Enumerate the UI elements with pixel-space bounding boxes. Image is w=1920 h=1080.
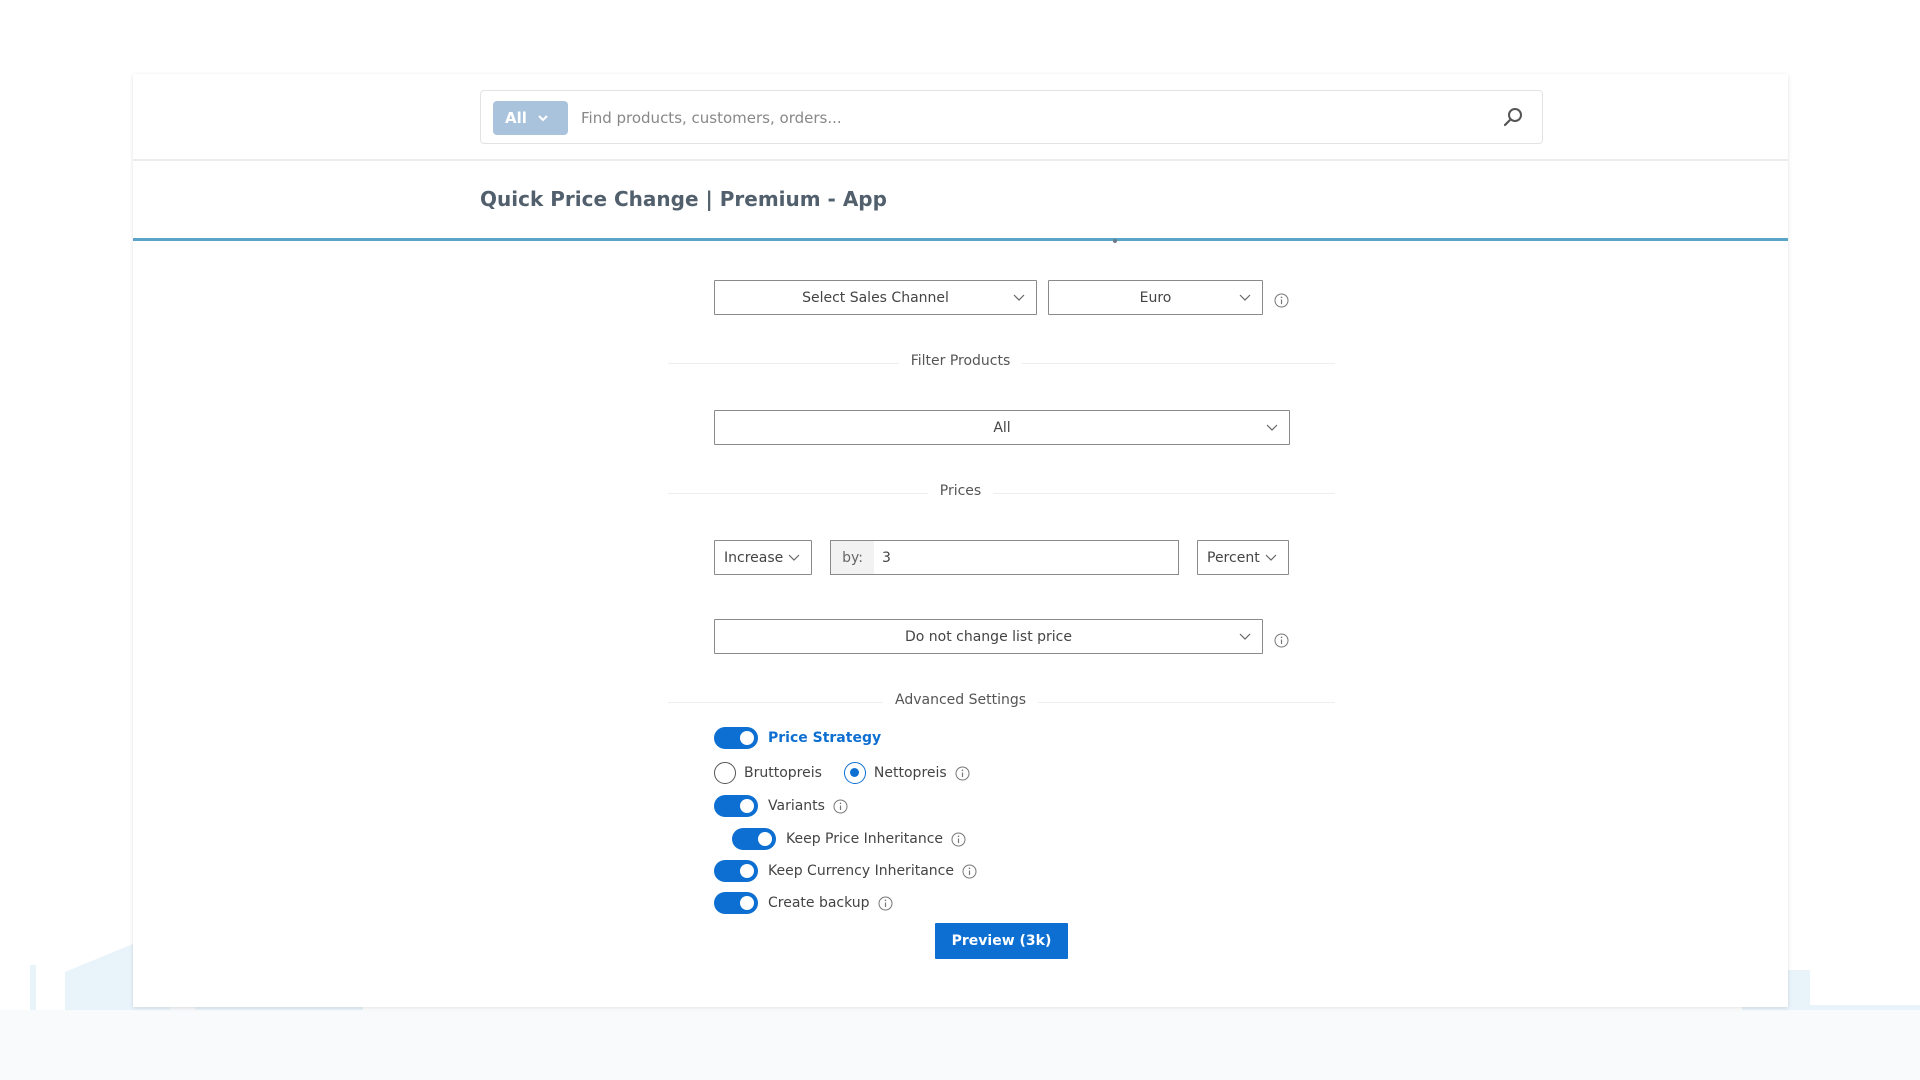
price-change-form: Select Sales Channel Euro Filter Product… [133, 74, 1788, 1007]
filter-products-select[interactable]: All [714, 410, 1290, 445]
price-direction-value: Increase [724, 549, 784, 566]
variants-label: Variants [768, 798, 825, 814]
preview-button[interactable]: Preview (3k) [935, 923, 1068, 959]
create-backup-label: Create backup [768, 895, 870, 911]
filter-products-heading: Filter Products [133, 353, 1788, 369]
bruttopreis-radio[interactable] [714, 762, 736, 784]
variants-row: Variants [714, 795, 848, 817]
nettopreis-radio[interactable] [843, 762, 866, 784]
bruttopreis-label: Bruttopreis [744, 765, 822, 781]
advanced-settings-heading: Advanced Settings [133, 692, 1788, 708]
chevron-down-icon [1013, 294, 1025, 301]
chevron-down-icon [1265, 554, 1277, 561]
list-price-select[interactable]: Do not change list price [714, 619, 1263, 654]
price-strategy-row: Price Strategy [714, 727, 881, 749]
create-backup-info-icon[interactable] [878, 896, 893, 911]
price-type-radio-group: Bruttopreis Nettopreis [714, 762, 970, 784]
keep-currency-inheritance-toggle[interactable] [714, 860, 758, 882]
keep-price-inheritance-label: Keep Price Inheritance [786, 831, 944, 847]
list-price-select-value: Do not change list price [904, 628, 1072, 645]
nettopreis-label: Nettopreis [873, 765, 947, 781]
keep-currency-inheritance-info-icon[interactable] [962, 864, 977, 879]
price-strategy-label: Price Strategy [768, 730, 882, 746]
chevron-down-icon [1239, 633, 1251, 640]
by-prefix-label: by: [831, 541, 874, 574]
ground-band [0, 1010, 1920, 1080]
keep-currency-inheritance-row: Keep Currency Inheritance [714, 860, 977, 882]
price-direction-select[interactable]: Increase [714, 540, 812, 575]
keep-price-inheritance-toggle[interactable] [732, 828, 776, 850]
currency-info-icon[interactable] [1274, 293, 1289, 308]
chevron-down-icon [1239, 294, 1251, 301]
price-strategy-toggle[interactable] [714, 727, 758, 749]
sales-channel-select-value: Select Sales Channel [802, 289, 949, 306]
variants-info-icon[interactable] [833, 799, 848, 814]
main-card: All Quick Price Change | Premium - App S… [133, 74, 1788, 1007]
currency-select[interactable]: Euro [1048, 280, 1263, 315]
list-price-info-icon[interactable] [1274, 633, 1289, 648]
chevron-down-icon [1266, 424, 1278, 431]
sales-channel-select[interactable]: Select Sales Channel [714, 280, 1037, 315]
chevron-down-icon [788, 554, 800, 561]
keep-currency-inheritance-label: Keep Currency Inheritance [768, 863, 954, 879]
filter-products-select-value: All [993, 419, 1011, 436]
price-unit-value: Percent [1207, 549, 1260, 566]
currency-select-value: Euro [1139, 289, 1172, 306]
keep-price-inheritance-info-icon[interactable] [951, 832, 966, 847]
variants-toggle[interactable] [714, 795, 758, 817]
nettopreis-info-icon[interactable] [955, 766, 970, 781]
keep-price-inheritance-row: Keep Price Inheritance [732, 828, 966, 850]
change-amount-input[interactable] [874, 541, 1178, 574]
create-backup-row: Create backup [714, 892, 893, 914]
price-unit-select[interactable]: Percent [1197, 540, 1289, 575]
change-amount-field: by: [830, 540, 1179, 575]
create-backup-toggle[interactable] [714, 892, 758, 914]
prices-heading: Prices [133, 483, 1788, 499]
